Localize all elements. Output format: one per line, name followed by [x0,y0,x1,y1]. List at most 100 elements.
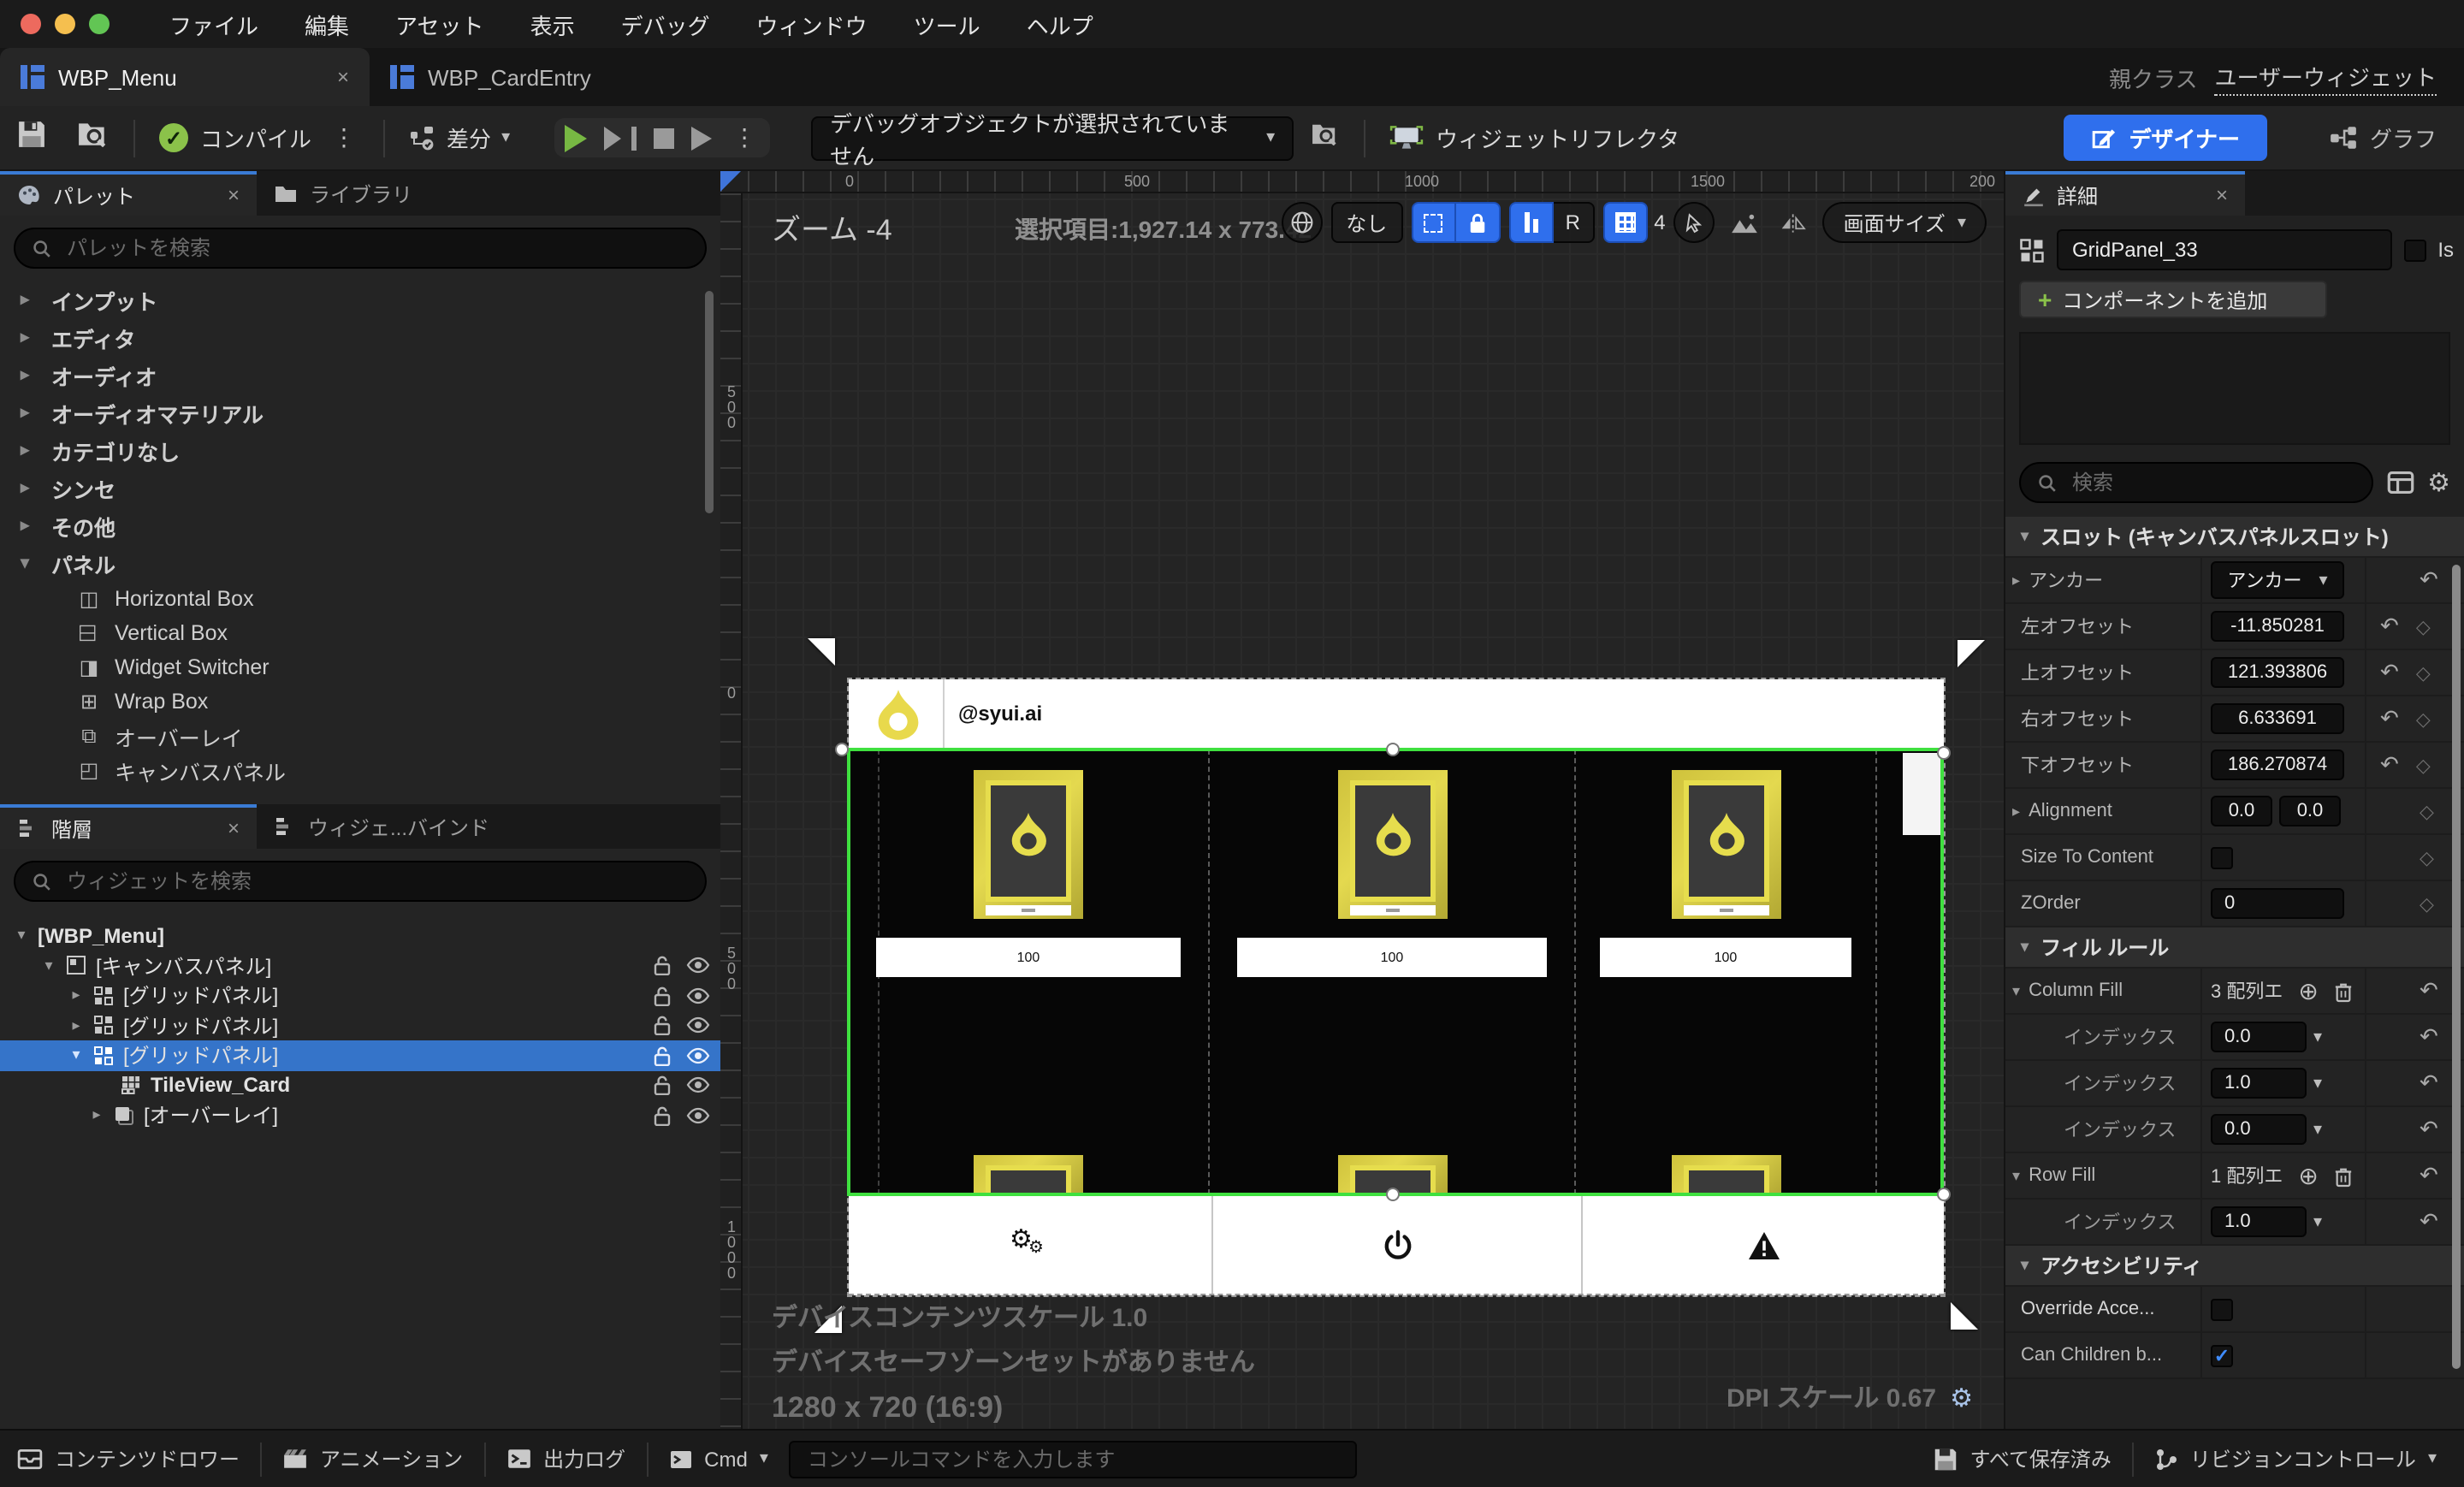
tab-hierarchy[interactable]: 階層 × [0,804,257,849]
play-button[interactable] [565,124,588,151]
browse-to-asset-button[interactable] [77,120,110,156]
tab-wbp-menu[interactable]: WBP_Menu × [0,48,370,106]
resize-handle[interactable] [1937,1188,1951,1201]
undo-icon[interactable]: ↶ [2420,977,2438,1004]
widget-reflector-button[interactable]: ウィジェットリフレクタ [1389,121,1679,154]
menu-file[interactable]: ファイル [169,8,258,40]
visibility-icon[interactable] [686,957,710,975]
revision-control-button[interactable]: リビジョンコントロール ▾ [2154,1444,2437,1473]
undo-icon[interactable]: ↶ [2420,1023,2438,1051]
details-search[interactable] [2019,462,2373,503]
corner-resize-handle[interactable] [1958,640,1985,667]
animation-button[interactable]: アニメーション [282,1444,463,1473]
tab-details[interactable]: 詳細 × [2005,171,2245,216]
tree-row-wbp-menu[interactable]: ▾ [WBP_Menu] [0,921,720,951]
visibility-icon[interactable] [686,1017,710,1034]
tree-row-grid-panel-1[interactable]: ▸ [グリッドパネル] [0,980,720,1010]
menu-edit[interactable]: 編集 [305,8,349,40]
offset-right-input[interactable]: 6.633691 [2211,703,2344,734]
chevron-down-icon[interactable]: ▾ [2313,1074,2322,1093]
delete-elements-icon[interactable] [2334,980,2353,1002]
expander-icon[interactable]: ▸ [89,1106,104,1125]
save-status-button[interactable]: すべて保存済み [1934,1444,2112,1473]
category-uncategorized[interactable]: ▸ カテゴリなし [0,431,720,469]
expander-icon[interactable]: ▸ [21,290,38,309]
designer-viewport[interactable]: 0 500 1000 1500 200 500 0 500 1000 ズーム -… [720,171,2004,1429]
offset-top-input[interactable]: 121.393806 [2211,657,2344,688]
delete-elements-icon[interactable] [2334,1164,2353,1187]
add-element-icon[interactable]: ⊕ [2298,1161,2318,1190]
preview-background-button[interactable] [1724,202,1765,243]
row-fill-0-input[interactable]: 1.0 [2211,1206,2307,1237]
grid-snap-toggle[interactable] [1602,202,1648,243]
close-panel-icon[interactable]: × [228,183,240,207]
corner-resize-handle[interactable] [808,638,835,666]
alignment-x-input[interactable]: 0.0 [2211,796,2272,826]
console-command-field[interactable] [788,1440,1357,1478]
marquee-select-toggle[interactable] [1411,202,1456,243]
resize-handle[interactable] [1937,746,1951,760]
expander-icon[interactable]: ▸ [21,403,38,422]
close-tab-icon[interactable]: × [337,65,349,89]
anchor-dropdown[interactable]: アンカー ▾ [2211,561,2344,599]
visibility-icon[interactable] [686,1047,710,1064]
dpi-settings-icon[interactable]: ⚙ [1950,1382,1973,1413]
content-drawer-button[interactable]: コンテンツドロワー [17,1444,240,1473]
frame-skip-button[interactable] [604,126,637,150]
tab-palette[interactable]: パレット × [0,171,257,216]
category-editor[interactable]: ▸ エディタ [0,318,720,356]
console-command-input[interactable] [803,1445,1342,1472]
expander-icon[interactable]: ▸ [68,986,84,1005]
graph-mode-button[interactable]: グラフ [2329,121,2437,154]
undo-icon[interactable]: ↶ [2380,613,2399,640]
tree-row-overlay[interactable]: ▸ [オーバーレイ] [0,1100,720,1130]
undo-icon[interactable]: ↶ [2420,1162,2438,1189]
expander-icon[interactable]: ▾ [21,554,38,572]
undo-icon[interactable]: ↶ [2420,1116,2438,1143]
expander-icon[interactable]: ▾ [2012,1166,2020,1185]
expander-icon[interactable]: ▾ [14,927,29,945]
hierarchy-search[interactable] [14,861,707,902]
save-button[interactable] [17,119,46,157]
palette-search-input[interactable] [63,234,688,262]
is-variable-checkbox[interactable] [2403,239,2426,261]
category-synth[interactable]: ▸ シンセ [0,469,720,507]
palette-item-canvas-panel[interactable]: ◰ キャンバスパネル [0,753,720,787]
reset-anchor-icon[interactable]: ↶ [2420,566,2438,594]
section-fill-rules[interactable]: ▾ フィル ルール [2005,927,2464,969]
zorder-input[interactable]: 0 [2211,888,2344,919]
output-log-button[interactable]: 出力ログ [506,1444,625,1473]
tree-row-canvas-panel[interactable]: ▾ [キャンバスパネル] [0,951,720,980]
expander-icon[interactable]: ▾ [2012,981,2020,1000]
palette-item-vertical-box[interactable]: ◫ Vertical Box [0,616,720,650]
visibility-icon[interactable] [686,987,710,1004]
expander-icon[interactable]: ▸ [21,365,38,384]
expander-icon[interactable]: ▸ [21,441,38,459]
menu-debug[interactable]: デバッグ [621,8,710,40]
widget-name-input[interactable] [2056,229,2392,270]
tree-row-grid-panel-2[interactable]: ▸ [グリッドパネル] [0,1010,720,1040]
lock-icon[interactable] [654,1046,671,1066]
close-window-button[interactable] [21,14,41,34]
stop-button[interactable] [654,127,675,148]
undo-icon[interactable]: ↶ [2420,1208,2438,1235]
chevron-down-icon[interactable]: ▾ [2313,1028,2322,1046]
advance-button[interactable] [691,126,713,150]
column-fill-0-input[interactable]: 0.0 [2211,1022,2307,1052]
reset-to-default-icon[interactable]: ◇ [2420,846,2434,868]
screen-size-dropdown[interactable]: 画面サイズ ▾ [1822,202,1987,243]
widget-design-surface[interactable]: @syui.ai 100 100 100 ⚙ ⚙ [808,638,1985,1333]
corner-resize-handle[interactable] [1951,1302,1978,1330]
alignment-y-input[interactable]: 0.0 [2279,796,2341,826]
card-entry[interactable] [974,770,1083,919]
diff-button[interactable]: 差分 ▾ [409,121,510,154]
menu-window[interactable]: ウィンドウ [756,8,868,40]
close-panel-icon[interactable]: × [228,816,240,840]
hierarchy-search-input[interactable] [63,868,688,895]
resize-handle[interactable] [1386,1188,1400,1201]
minimize-window-button[interactable] [55,14,75,34]
tree-row-tileview-card[interactable]: TileView_Card [0,1070,720,1100]
details-search-input[interactable] [2069,469,2354,496]
lock-icon[interactable] [654,956,671,976]
palette-item-widget-switcher[interactable]: ◨ Widget Switcher [0,650,720,684]
